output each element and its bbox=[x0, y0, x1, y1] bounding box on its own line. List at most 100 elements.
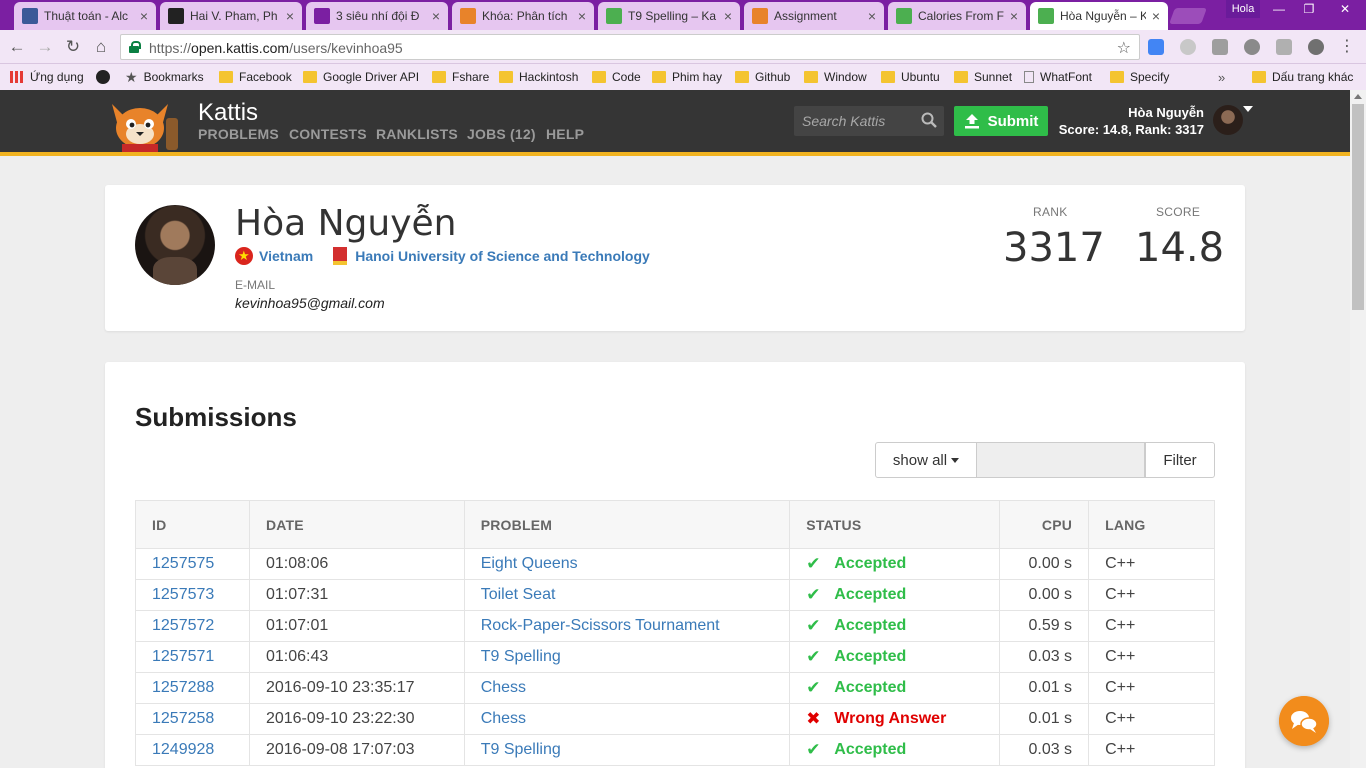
back-arrow-icon[interactable]: ← bbox=[6, 36, 28, 58]
bookmark-item[interactable]: Code bbox=[592, 68, 641, 86]
forward-arrow-icon[interactable]: → bbox=[34, 36, 56, 58]
submission-id-link[interactable]: 1257288 bbox=[152, 679, 214, 696]
other-bookmarks-folder[interactable]: Dấu trang khác bbox=[1252, 68, 1353, 86]
bookmark-item[interactable]: Facebook bbox=[219, 68, 292, 86]
cell-status: ✔ Accepted bbox=[789, 641, 1001, 673]
browser-tab-label: 3 siêu nhí đội Đ bbox=[336, 9, 420, 23]
bookmark-item[interactable]: Ứng dụng bbox=[10, 68, 84, 86]
cell-id: 1257573 bbox=[135, 579, 250, 611]
browser-tab[interactable]: Hai V. Pham, Ph × bbox=[160, 2, 302, 30]
page-scrollbar[interactable] bbox=[1350, 90, 1366, 768]
submission-id-link[interactable]: 1257258 bbox=[152, 710, 214, 727]
browser-tab[interactable]: 3 siêu nhí đội Đ × bbox=[306, 2, 448, 30]
bookmark-item[interactable] bbox=[96, 68, 116, 86]
cell-lang: C++ bbox=[1088, 672, 1215, 704]
bookmark-item[interactable]: ★ Bookmarks bbox=[125, 68, 204, 86]
problem-link[interactable]: Chess bbox=[481, 710, 526, 727]
scrollbar-thumb[interactable] bbox=[1352, 104, 1364, 310]
browser-tab[interactable]: Assignment × bbox=[744, 2, 884, 30]
check-icon: ✔ bbox=[806, 678, 821, 697]
cell-lang: C++ bbox=[1088, 703, 1215, 735]
browser-tab[interactable]: T9 Spelling – Ka × bbox=[598, 2, 740, 30]
submit-button[interactable]: Submit bbox=[954, 106, 1048, 136]
folder-icon bbox=[592, 71, 606, 83]
problem-link[interactable]: Chess bbox=[481, 679, 526, 696]
camera-extension-icon[interactable] bbox=[1244, 39, 1260, 55]
search-icon[interactable] bbox=[920, 111, 938, 129]
problem-link[interactable]: T9 Spelling bbox=[481, 648, 561, 665]
minimize-button[interactable]: — bbox=[1264, 0, 1294, 18]
bookmark-item[interactable]: Sunnet bbox=[954, 68, 1012, 86]
close-tab-icon[interactable]: × bbox=[286, 8, 294, 24]
close-tab-icon[interactable]: × bbox=[140, 8, 148, 24]
close-window-button[interactable]: ✕ bbox=[1330, 0, 1360, 18]
filter-button[interactable]: Filter bbox=[1145, 442, 1215, 478]
url-host: open.kattis.com bbox=[191, 40, 290, 56]
cell-date: 01:06:43 bbox=[248, 641, 465, 673]
bookmark-item[interactable]: Phim hay bbox=[652, 68, 722, 86]
close-tab-icon[interactable]: × bbox=[1010, 8, 1018, 24]
browser-tab[interactable]: Calories From F × bbox=[888, 2, 1026, 30]
submission-id-link[interactable]: 1257573 bbox=[152, 586, 214, 603]
home-icon[interactable]: ⌂ bbox=[90, 36, 112, 58]
header-user-name[interactable]: Hòa Nguyễn bbox=[1128, 105, 1204, 120]
submission-id-link[interactable]: 1257575 bbox=[152, 555, 214, 572]
close-tab-icon[interactable]: × bbox=[578, 8, 586, 24]
nav-help[interactable]: HELP bbox=[546, 126, 584, 142]
address-bar[interactable]: https://open.kattis.com/users/kevinhoa95… bbox=[120, 34, 1140, 60]
bookmarks-overflow-button[interactable]: » bbox=[1218, 68, 1225, 86]
submission-id-link[interactable]: 1257572 bbox=[152, 617, 214, 634]
site-search-input[interactable]: Search Kattis bbox=[794, 106, 944, 136]
bookmark-item[interactable]: WhatFont bbox=[1024, 68, 1092, 86]
browser-tab[interactable]: Hòa Nguyễn – K × bbox=[1030, 2, 1168, 30]
cell-cpu: 0.00 s bbox=[999, 579, 1090, 611]
close-tab-icon[interactable]: × bbox=[724, 8, 732, 24]
bookmark-item[interactable]: Specify bbox=[1110, 68, 1169, 86]
bookmark-item[interactable]: Github bbox=[735, 68, 790, 86]
bookmark-item[interactable]: Window bbox=[804, 68, 867, 86]
user-menu-caret-icon[interactable] bbox=[1243, 106, 1253, 112]
bookmark-item[interactable]: Hackintosh bbox=[499, 68, 578, 86]
filter-input[interactable] bbox=[976, 442, 1145, 478]
nav-contests[interactable]: CONTESTS bbox=[289, 126, 367, 142]
cell-status: ✔ Accepted bbox=[789, 610, 1001, 642]
submission-id-link[interactable]: 1249928 bbox=[152, 741, 214, 758]
chat-widget-button[interactable] bbox=[1279, 696, 1329, 746]
university-link[interactable]: Hanoi University of Science and Technolo… bbox=[355, 248, 650, 264]
browser-tab[interactable]: Thuật toán - Alc × bbox=[14, 2, 156, 30]
bookmark-item[interactable]: Fshare bbox=[432, 68, 489, 86]
bookmark-star-icon[interactable]: ☆ bbox=[1117, 38, 1131, 58]
close-tab-icon[interactable]: × bbox=[868, 8, 876, 24]
translate-extension-icon[interactable] bbox=[1148, 39, 1164, 55]
problem-link[interactable]: Rock-Paper-Scissors Tournament bbox=[481, 617, 720, 634]
restore-button[interactable]: ❐ bbox=[1294, 0, 1324, 18]
scroll-up-arrow-icon[interactable] bbox=[1354, 94, 1362, 99]
reload-icon[interactable]: ↻ bbox=[62, 36, 84, 58]
profile-affiliation: Vietnam Hanoi University of Science and … bbox=[235, 247, 650, 265]
problem-link[interactable]: Toilet Seat bbox=[481, 586, 556, 603]
nav-ranklists[interactable]: RANKLISTS bbox=[376, 126, 458, 142]
show-all-dropdown[interactable]: show all bbox=[875, 442, 977, 478]
nav-jobs[interactable]: JOBS (12) bbox=[467, 126, 536, 142]
country-link[interactable]: Vietnam bbox=[259, 248, 313, 264]
eye-extension-icon[interactable] bbox=[1308, 39, 1324, 55]
nav-problems[interactable]: PROBLEMS bbox=[198, 126, 279, 142]
site-brand[interactable]: Kattis bbox=[198, 99, 258, 127]
grid-extension-icon[interactable] bbox=[1276, 39, 1292, 55]
close-tab-icon[interactable]: × bbox=[432, 8, 440, 24]
shield-extension-icon[interactable] bbox=[1212, 39, 1228, 55]
header-avatar[interactable] bbox=[1213, 105, 1243, 135]
problem-link[interactable]: Eight Queens bbox=[481, 555, 578, 572]
bookmark-item[interactable]: Google Driver API bbox=[303, 68, 419, 86]
sync-extension-icon[interactable] bbox=[1180, 39, 1196, 55]
new-tab-button[interactable] bbox=[1169, 8, 1207, 24]
chrome-menu-icon[interactable]: ⋮ bbox=[1336, 36, 1358, 58]
browser-tab[interactable]: Khóa: Phân tích × bbox=[452, 2, 594, 30]
browser-profile-button[interactable]: Hola bbox=[1226, 0, 1260, 18]
bookmark-item[interactable]: Ubuntu bbox=[881, 68, 940, 86]
submission-id-link[interactable]: 1257571 bbox=[152, 648, 214, 665]
problem-link[interactable]: T9 Spelling bbox=[481, 741, 561, 758]
status-text: Wrong Answer bbox=[834, 710, 947, 727]
close-tab-icon[interactable]: × bbox=[1152, 8, 1160, 24]
kattis-cat-logo-icon[interactable] bbox=[106, 98, 188, 152]
